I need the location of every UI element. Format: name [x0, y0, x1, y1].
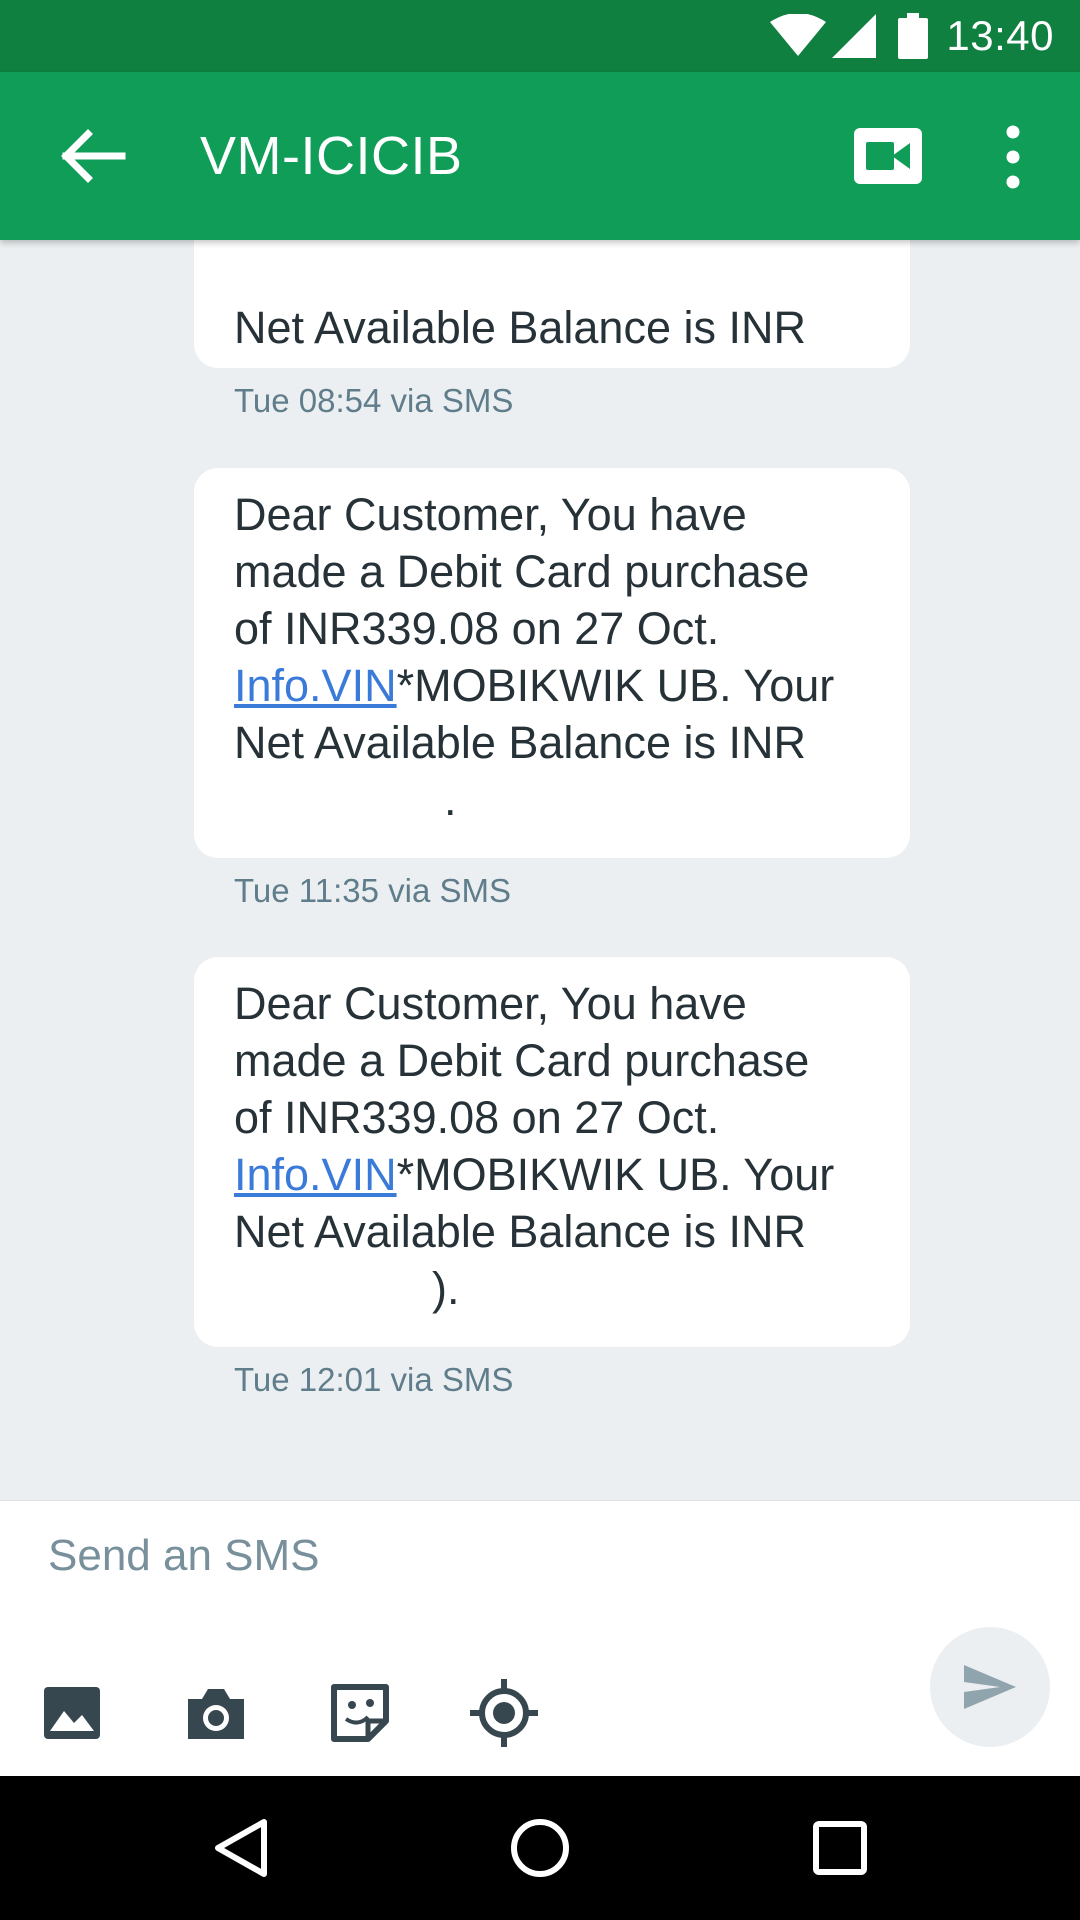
message-timestamp: Tue 12:01 via SMS: [234, 1361, 514, 1398]
message-bubble[interactable]: Dear Customer, You have made a Debit Car…: [194, 957, 910, 1347]
conversation-title: VM-ICICIB: [200, 126, 463, 186]
masked-tail: ).: [432, 1263, 460, 1314]
app-bar: VM-ICICIB: [0, 72, 1080, 240]
image-icon[interactable]: [36, 1677, 108, 1749]
signal-icon: [832, 14, 877, 58]
system-nav-bar: [0, 1776, 1080, 1920]
wifi-icon: [770, 14, 827, 56]
video-call-icon[interactable]: [852, 126, 924, 186]
message-text: Dear Customer, You have made a Debit Car…: [234, 975, 870, 1317]
message-link[interactable]: Info.VIN: [234, 660, 397, 711]
sms-input[interactable]: Send an SMS: [48, 1531, 320, 1581]
message-body: Dear Customer, You have made a Debit Car…: [234, 489, 810, 654]
sticker-icon[interactable]: [324, 1677, 396, 1749]
message-bubble[interactable]: Dear Customer, You have made a Debit Car…: [194, 468, 910, 858]
home-circle-icon[interactable]: [504, 1812, 576, 1884]
message-text: Dear Customer, You have made a Debit Car…: [234, 486, 870, 828]
send-icon: [964, 1665, 1016, 1709]
message-link[interactable]: Info.VIN: [234, 1149, 397, 1200]
message-thread[interactable]: Net Available Balance is INR Tue 08:54 v…: [0, 240, 1080, 1500]
location-icon[interactable]: [468, 1677, 540, 1749]
message-body: Net Available Balance is INR: [234, 302, 806, 353]
status-bar: 13:40: [0, 0, 1080, 72]
back-arrow-icon[interactable]: [52, 116, 132, 196]
message-text: Net Available Balance is INR: [234, 242, 870, 356]
send-button[interactable]: [930, 1627, 1050, 1747]
compose-area: Send an SMS: [0, 1500, 1080, 1777]
message-body: Dear Customer, You have made a Debit Car…: [234, 978, 810, 1143]
recents-square-icon[interactable]: [804, 1812, 876, 1884]
message-bubble[interactable]: Net Available Balance is INR: [194, 240, 910, 368]
message-timestamp: Tue 11:35 via SMS: [234, 872, 511, 909]
message-timestamp: Tue 08:54 via SMS: [234, 382, 514, 419]
camera-icon[interactable]: [180, 1677, 252, 1749]
masked-tail: .: [444, 774, 457, 825]
battery-icon: [898, 13, 929, 59]
back-triangle-icon[interactable]: [204, 1812, 276, 1884]
more-vert-icon[interactable]: [990, 122, 1036, 192]
status-time: 13:40: [946, 12, 1054, 59]
